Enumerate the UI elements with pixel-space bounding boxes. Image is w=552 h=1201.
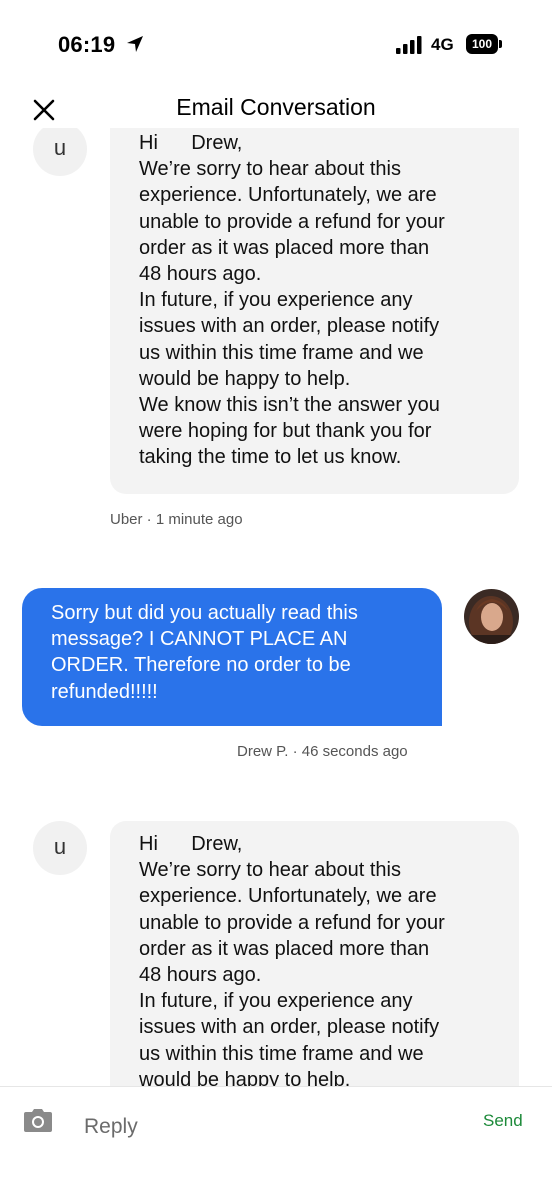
message-line: We’re sorry to hear about this: [139, 158, 401, 181]
battery-level: 100: [466, 34, 498, 54]
location-arrow-icon: [127, 36, 143, 52]
message-meta: Drew P. · 46 seconds ago: [237, 743, 408, 760]
camera-icon[interactable]: [22, 1107, 54, 1133]
message-line: experience. Unfortunately, we are: [139, 184, 437, 207]
incoming-message-bubble[interactable]: Hi Drew, We’re sorry to hear about this …: [110, 821, 519, 1086]
page-title: Email Conversation: [176, 94, 376, 120]
message-line: would be happy to help.: [139, 367, 351, 390]
sender-avatar: u: [33, 821, 87, 875]
message-line: issues with an order, please notify: [139, 315, 440, 338]
message-list[interactable]: u Hi Drew, We’re sorry to hear about thi…: [0, 128, 552, 1086]
user-photo: [464, 589, 519, 644]
message-line: us within this time frame and we: [139, 341, 424, 364]
message-line: message? I CANNOT PLACE AN: [51, 628, 348, 651]
message-line: issues with an order, please notify: [139, 1016, 440, 1039]
header: Email Conversation: [0, 88, 552, 128]
message-line: us within this time frame and we: [139, 1042, 424, 1065]
battery-icon: 100: [466, 34, 502, 54]
message-greeting: Hi Drew,: [139, 132, 243, 154]
message-line: In future, if you experience any: [139, 990, 413, 1013]
incoming-message-bubble[interactable]: Hi Drew, We’re sorry to hear about this …: [110, 128, 519, 494]
message-line: taking the time to let us know.: [139, 446, 402, 469]
reply-input[interactable]: [84, 1109, 424, 1145]
message-line: ORDER. Therefore no order to be: [51, 654, 351, 677]
outgoing-message-bubble[interactable]: Sorry but did you actually read this mes…: [22, 588, 442, 726]
send-button[interactable]: Send: [483, 1111, 523, 1131]
network-type: 4G: [431, 35, 454, 54]
battery-tip: [499, 40, 502, 48]
cellular-signal-icon: [396, 36, 422, 54]
message-line: 48 hours ago.: [139, 263, 262, 286]
reply-bar: Send: [0, 1086, 552, 1201]
status-bar: 06:19 4G 100: [0, 0, 552, 90]
message-line: 48 hours ago.: [139, 964, 262, 987]
message-line: We’re sorry to hear about this: [139, 859, 401, 882]
message-greeting: Hi Drew,: [139, 833, 243, 855]
sender-avatar: u: [33, 128, 87, 176]
message-line: order as it was placed more than: [139, 937, 430, 960]
message-line: were hoping for but thank you for: [139, 420, 432, 443]
message-line: unable to provide a refund for your: [139, 210, 445, 233]
message-meta: Uber · 1 minute ago: [110, 511, 243, 528]
message-line: experience. Unfortunately, we are: [139, 885, 437, 908]
message-line: We know this isn’t the answer you: [139, 394, 440, 417]
message-line: unable to provide a refund for your: [139, 911, 445, 934]
user-avatar[interactable]: [464, 589, 519, 644]
status-time: 06:19: [58, 32, 116, 57]
message-line: In future, if you experience any: [139, 289, 413, 312]
message-line: would be happy to help.: [139, 1068, 351, 1086]
message-line: Sorry but did you actually read this: [51, 602, 358, 624]
message-line: order as it was placed more than: [139, 236, 430, 259]
message-line: refunded!!!!!: [51, 680, 158, 703]
